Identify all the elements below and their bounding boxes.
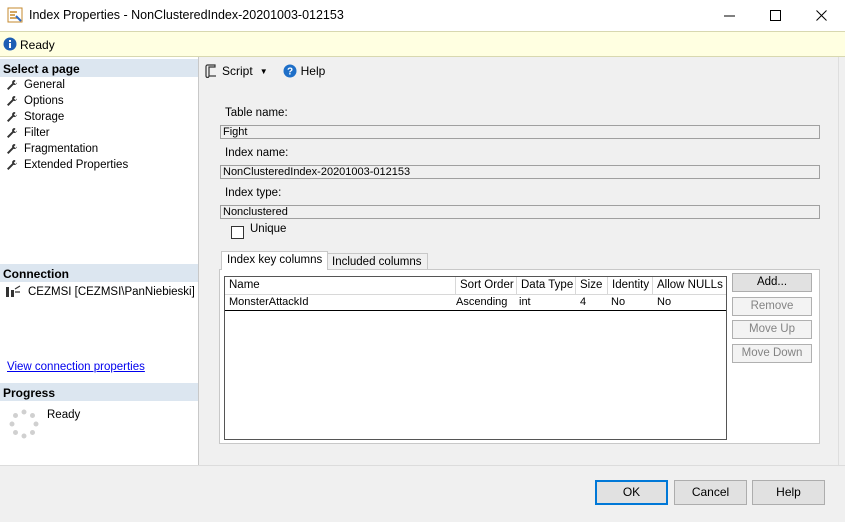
- select-page-header: Select a page: [0, 59, 199, 77]
- help-label: Help: [300, 64, 326, 78]
- page-item-storage[interactable]: Storage: [6, 109, 64, 125]
- unique-label: Unique: [250, 223, 287, 235]
- right-pane: Script ▼ ? Help Table name: Fight Index …: [199, 57, 840, 465]
- index-name-label: Index name:: [225, 147, 289, 159]
- script-icon: [205, 64, 216, 78]
- grid-header: Name Sort Order Data Type Size Identity …: [225, 277, 726, 295]
- connection-text: CEZMSI [CEZMSI\PanNiebieski]: [28, 286, 195, 298]
- connection-header: Connection: [0, 264, 199, 282]
- server-connection-icon: [6, 285, 21, 297]
- add-column-button[interactable]: Add...: [732, 273, 812, 292]
- remove-column-button[interactable]: Remove: [732, 297, 812, 316]
- column-header-size[interactable]: Size: [576, 277, 608, 295]
- column-header-sort-order[interactable]: Sort Order: [456, 277, 517, 295]
- maximize-button[interactable]: [753, 0, 799, 31]
- wrench-icon: [7, 128, 17, 138]
- wrench-icon: [7, 160, 17, 170]
- connection-info: CEZMSI [CEZMSI\PanNiebieski]: [5, 285, 195, 299]
- page-item-label: Filter: [24, 127, 50, 139]
- scrollbar[interactable]: [838, 57, 845, 465]
- index-columns-grid: Name Sort Order Data Type Size Identity …: [224, 276, 727, 440]
- close-button[interactable]: [799, 0, 845, 31]
- cell-data-type: int: [519, 296, 531, 308]
- script-button[interactable]: Script ▼: [204, 64, 278, 78]
- page-item-fragmentation[interactable]: Fragmentation: [6, 141, 98, 157]
- cell-size: 4: [580, 296, 587, 308]
- table-row[interactable]: MonsterAttackId Ascending int 4 No No: [225, 295, 726, 311]
- page-item-filter[interactable]: Filter: [6, 125, 50, 141]
- column-header-allow-nulls[interactable]: Allow NULLs: [653, 277, 726, 295]
- minimize-button[interactable]: [707, 0, 753, 31]
- close-icon: [816, 10, 827, 21]
- index-properties-app-icon: [7, 7, 23, 23]
- unique-checkbox[interactable]: [231, 226, 244, 239]
- status-text: Ready: [20, 38, 55, 52]
- wrench-icon: [7, 144, 17, 154]
- table-name-label: Table name:: [225, 107, 288, 119]
- cancel-button[interactable]: Cancel: [674, 480, 747, 505]
- dialog-button-bar: OK Cancel Help: [0, 465, 845, 522]
- maximize-icon: [770, 10, 781, 21]
- tab-index-key-columns[interactable]: Index key columns: [221, 251, 329, 270]
- page-item-label: Options: [24, 95, 64, 107]
- left-pane: Select a page General Options Storage Fi…: [0, 57, 199, 465]
- wrench-icon: [7, 96, 17, 106]
- help-icon: ?: [283, 64, 297, 78]
- wrench-icon: [7, 112, 17, 122]
- page-item-label: General: [24, 79, 65, 91]
- status-bar: Ready: [0, 31, 845, 57]
- cell-identity: No: [611, 296, 626, 308]
- progress-spinner-icon: [9, 409, 39, 439]
- view-connection-properties-link[interactable]: View connection properties: [7, 361, 145, 373]
- cell-name: MonsterAttackId: [229, 296, 309, 308]
- progress-text: Ready: [47, 409, 81, 421]
- info-icon: [3, 37, 17, 51]
- page-item-label: Storage: [24, 111, 65, 123]
- svg-text:?: ?: [287, 67, 293, 78]
- page-item-label: Fragmentation: [24, 143, 99, 155]
- window-title: Index Properties - NonClusteredIndex-202…: [29, 8, 344, 22]
- index-type-label: Index type:: [225, 187, 282, 199]
- column-header-data-type[interactable]: Data Type: [517, 277, 576, 295]
- help-toolbar-button[interactable]: ? Help: [283, 64, 326, 78]
- page-item-extended-properties[interactable]: Extended Properties: [6, 157, 128, 173]
- cell-allow-nulls: No: [657, 296, 672, 308]
- ok-button[interactable]: OK: [595, 480, 668, 505]
- script-label: Script: [222, 64, 253, 78]
- help-button[interactable]: Help: [752, 480, 825, 505]
- toolbar: Script ▼ ? Help: [199, 57, 840, 85]
- cell-sort-order: Ascending: [456, 296, 508, 308]
- minimize-icon: [724, 15, 735, 17]
- title-bar: Index Properties - NonClusteredIndex-202…: [0, 0, 845, 31]
- table-name-field: Fight: [220, 125, 820, 139]
- index-key-columns-panel: Name Sort Order Data Type Size Identity …: [219, 269, 820, 444]
- move-up-button[interactable]: Move Up: [732, 320, 812, 339]
- page-item-label: Extended Properties: [24, 159, 129, 171]
- index-name-field: NonClusteredIndex-20201003-012153: [220, 165, 820, 179]
- page-item-general[interactable]: General: [6, 77, 65, 93]
- index-type-field: Nonclustered: [220, 205, 820, 219]
- column-header-identity[interactable]: Identity: [608, 277, 653, 295]
- chevron-down-icon[interactable]: ▼: [260, 67, 268, 76]
- wrench-icon: [7, 80, 17, 90]
- page-item-options[interactable]: Options: [6, 93, 64, 109]
- move-down-button[interactable]: Move Down: [732, 344, 812, 363]
- progress-header: Progress: [0, 383, 199, 401]
- column-header-name[interactable]: Name: [225, 277, 456, 295]
